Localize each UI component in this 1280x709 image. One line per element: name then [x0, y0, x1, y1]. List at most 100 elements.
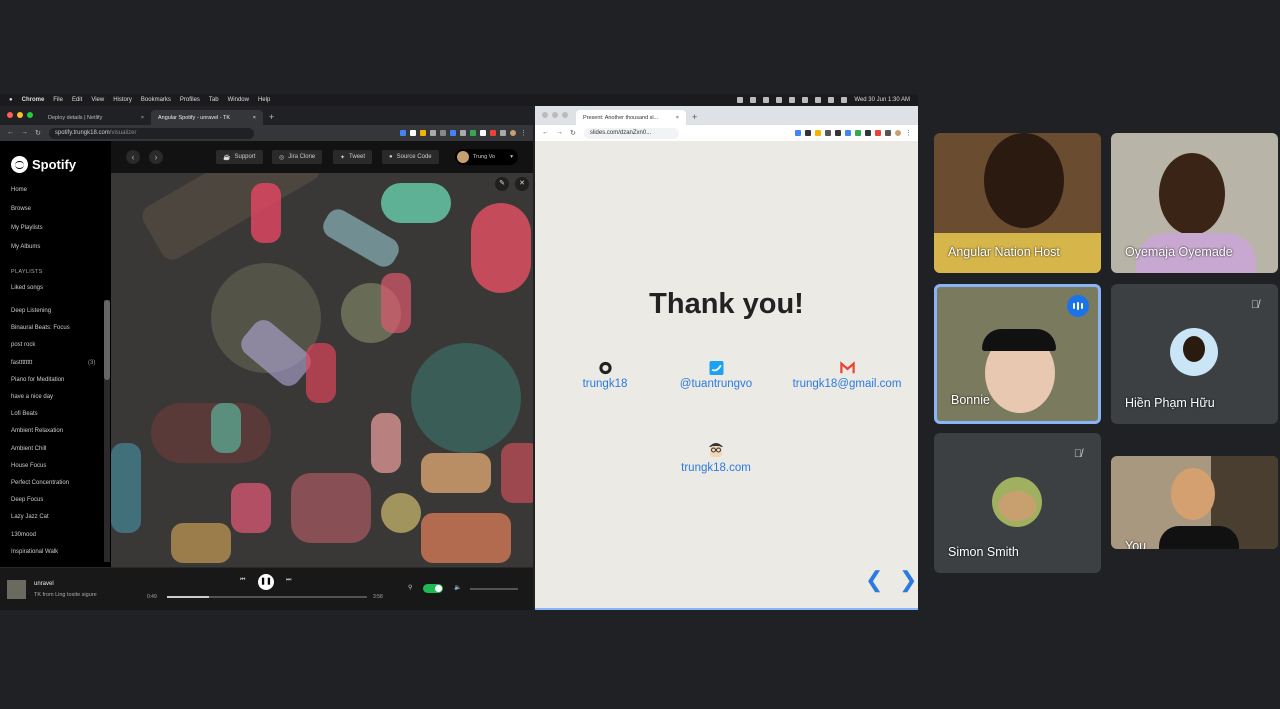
song-title[interactable]: unravel: [34, 581, 54, 587]
device-icon[interactable]: ⚲: [408, 584, 412, 591]
address-bar[interactable]: spotify.trungk18.com/visualizer: [48, 127, 254, 139]
menu-window[interactable]: Window: [228, 97, 249, 103]
profile-avatar[interactable]: [510, 130, 516, 136]
playlist-item[interactable]: Deep Listening: [11, 308, 51, 314]
minimize-window-button[interactable]: [552, 112, 558, 118]
extension-icon[interactable]: [835, 130, 841, 136]
forward-icon[interactable]: →: [556, 129, 563, 137]
playlist-item[interactable]: Inspirational Walk: [11, 549, 58, 555]
playlist-item[interactable]: Perfect Concentration: [11, 480, 69, 486]
playlist-item[interactable]: Ambient Relaxation: [11, 428, 63, 434]
status-icon[interactable]: [763, 97, 770, 103]
github-link[interactable]: trungk18: [575, 361, 635, 390]
playlist-item[interactable]: Piano for Meditation: [11, 377, 64, 383]
back-button[interactable]: ‹: [126, 150, 140, 164]
participant-tile-active-speaker[interactable]: Bonnie: [934, 284, 1101, 424]
extension-icon[interactable]: [805, 130, 811, 136]
album-art[interactable]: [7, 580, 26, 599]
volume-icon[interactable]: 🔈: [454, 584, 461, 591]
website-link[interactable]: trungk18.com: [675, 439, 757, 474]
address-bar[interactable]: slides.com/dzanZxn0...: [583, 127, 679, 139]
status-icon[interactable]: [737, 97, 744, 103]
zoom-window-button[interactable]: [562, 112, 568, 118]
zoom-window-button[interactable]: [27, 112, 33, 118]
apple-icon[interactable]: ●: [9, 97, 13, 103]
extension-icon[interactable]: [470, 130, 476, 136]
participant-tile-self[interactable]: You: [1111, 456, 1278, 549]
previous-track-icon[interactable]: ⏮: [240, 577, 245, 584]
extension-icon[interactable]: [825, 130, 831, 136]
close-window-button[interactable]: [7, 112, 13, 118]
wifi-icon[interactable]: [815, 97, 822, 103]
close-tab-icon[interactable]: ×: [135, 115, 144, 121]
close-tab-icon[interactable]: ×: [670, 115, 679, 121]
playlist-item[interactable]: Lazy Jazz Cat: [11, 514, 49, 520]
search-icon[interactable]: [841, 97, 848, 103]
song-artist[interactable]: TK from Ling tosite sigure: [34, 592, 97, 598]
extension-icon[interactable]: [430, 130, 436, 136]
previous-slide-button[interactable]: ❮: [865, 567, 883, 593]
jira-clone-button[interactable]: ◎ Jira Clone: [272, 150, 323, 164]
extensions-puzzle-icon[interactable]: [500, 130, 506, 136]
extension-icon[interactable]: [400, 130, 406, 136]
back-icon[interactable]: ←: [7, 129, 14, 137]
user-menu[interactable]: Trung Vo ▾: [455, 149, 518, 165]
menu-dots-icon[interactable]: ⋮: [905, 129, 912, 137]
menu-profiles[interactable]: Profiles: [180, 97, 200, 103]
extension-icon[interactable]: [855, 130, 861, 136]
extension-icon[interactable]: [795, 130, 801, 136]
playlist-item[interactable]: 130mood: [11, 532, 36, 538]
menubar-clock[interactable]: Wed 30 Jun 1:30 AM: [854, 97, 910, 103]
participant-tile[interactable]: Oyemaja Oyemade: [1111, 133, 1278, 273]
playlist-item[interactable]: Deep Focus: [11, 497, 43, 503]
pause-button[interactable]: ❚❚: [258, 574, 274, 590]
playlist-item[interactable]: Binaural Beats: Focus: [11, 325, 70, 331]
tweet-button[interactable]: ✦ Tweet: [333, 150, 373, 164]
menu-bookmarks[interactable]: Bookmarks: [141, 97, 171, 103]
extension-icon[interactable]: [440, 130, 446, 136]
status-icon[interactable]: [776, 97, 783, 103]
sidebar-scrollbar[interactable]: [104, 300, 110, 562]
reload-icon[interactable]: ↻: [35, 129, 41, 137]
extension-icon[interactable]: [450, 130, 456, 136]
playlist-item[interactable]: House Focus: [11, 463, 46, 469]
tab-netlify[interactable]: Deploy details | Netlify ×: [41, 110, 151, 125]
battery-icon[interactable]: [828, 97, 835, 103]
scrollbar-thumb[interactable]: [104, 300, 110, 380]
email-link[interactable]: trungk18@gmail.com: [787, 361, 907, 390]
extensions-puzzle-icon[interactable]: [885, 130, 891, 136]
next-track-icon[interactable]: ⏭: [286, 577, 291, 584]
profile-avatar[interactable]: [895, 130, 901, 136]
extension-icon[interactable]: [865, 130, 871, 136]
extension-icon[interactable]: [410, 130, 416, 136]
close-tab-icon[interactable]: ×: [247, 115, 256, 121]
edit-visualizer-icon[interactable]: ✎: [495, 177, 509, 191]
playlist-item[interactable]: Lofi Beats: [11, 411, 38, 417]
extension-icon[interactable]: [480, 130, 486, 136]
status-icon[interactable]: [802, 97, 809, 103]
menu-view[interactable]: View: [91, 97, 104, 103]
participant-tile[interactable]: 🎙̸ Hiền Phạm Hữu: [1111, 284, 1278, 424]
extension-icon[interactable]: [815, 130, 821, 136]
progress-bar[interactable]: [167, 596, 367, 598]
source-code-button[interactable]: ● Source Code: [382, 150, 439, 164]
playlist-item[interactable]: Ambient Chill: [11, 446, 46, 452]
participant-tile[interactable]: Angular Nation Host: [934, 133, 1101, 273]
participant-tile[interactable]: 🎙̸ Simon Smith: [934, 433, 1101, 573]
status-icon[interactable]: [750, 97, 757, 103]
extension-icon[interactable]: [875, 130, 881, 136]
visualizer-toggle[interactable]: [423, 584, 443, 593]
extension-icon[interactable]: [490, 130, 496, 136]
menu-dots-icon[interactable]: ⋮: [520, 129, 527, 137]
reload-icon[interactable]: ↻: [570, 129, 576, 137]
extension-icon[interactable]: [845, 130, 851, 136]
playlist-item[interactable]: fastttttttt (3): [11, 360, 95, 366]
tab-present[interactable]: Present: Another thousand sl... ×: [576, 110, 686, 125]
extension-icon[interactable]: [460, 130, 466, 136]
volume-slider[interactable]: [470, 588, 518, 590]
menu-history[interactable]: History: [113, 97, 132, 103]
new-tab-button[interactable]: +: [692, 112, 697, 122]
extension-icon[interactable]: [420, 130, 426, 136]
minimize-window-button[interactable]: [17, 112, 23, 118]
visualizer-canvas[interactable]: ✎ ✕: [111, 173, 533, 567]
